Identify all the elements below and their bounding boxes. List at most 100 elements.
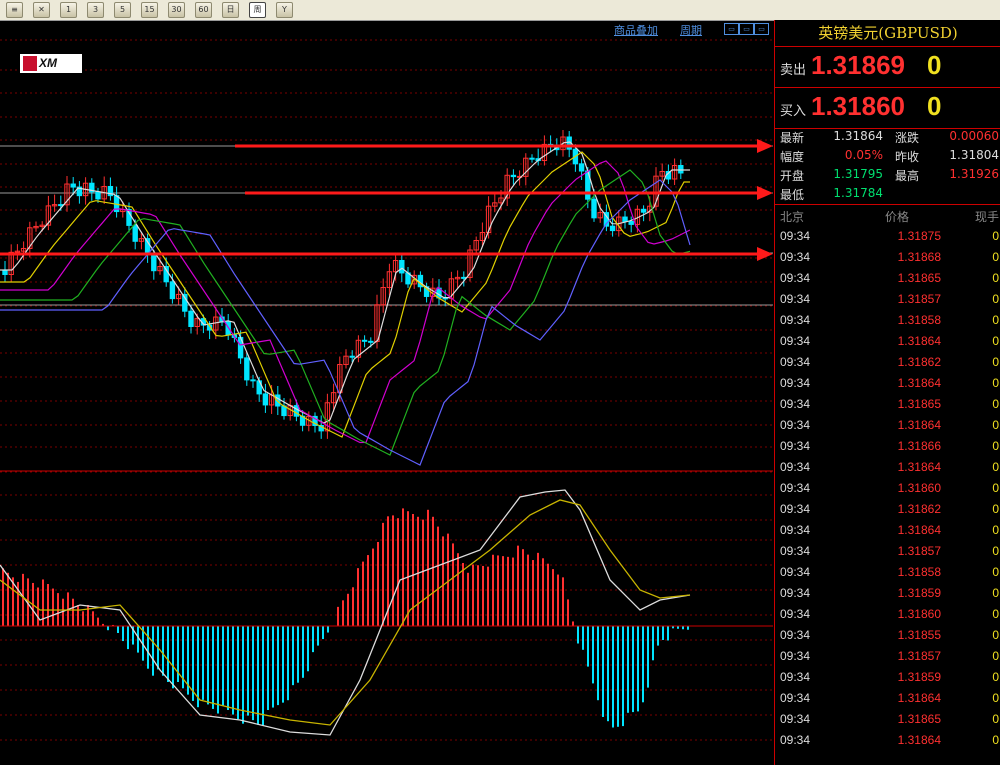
tick-row[interactable]: 09:34 1.31864 0 — [775, 415, 1000, 436]
tick-price: 1.31864 — [897, 376, 941, 390]
candle-body — [132, 224, 138, 242]
tick-time: 09:34 — [780, 691, 811, 705]
tick-vol: 0 — [992, 376, 999, 390]
candle-body — [244, 357, 250, 381]
toolbar-button-1[interactable]: 1 — [60, 2, 77, 18]
tick-row[interactable]: 09:34 1.31857 0 — [775, 646, 1000, 667]
ticks-header: 北京 价格 现手 — [775, 207, 1000, 225]
overlay-link[interactable]: 商品叠加 — [614, 22, 658, 38]
tick-row[interactable]: 09:34 1.31864 0 — [775, 331, 1000, 352]
candle-body — [622, 216, 628, 223]
tick-row[interactable]: 09:34 1.31865 0 — [775, 268, 1000, 289]
candle-body — [151, 253, 157, 272]
candle-body — [461, 276, 467, 279]
tick-row[interactable]: 09:34 1.31858 0 — [775, 310, 1000, 331]
tick-row[interactable]: 09:34 1.31855 0 — [775, 625, 1000, 646]
candle-body — [368, 340, 374, 343]
toolbar-button-30[interactable]: 30 — [168, 2, 185, 18]
tick-row[interactable]: 09:34 1.31864 0 — [775, 730, 1000, 751]
tick-price: 1.31855 — [897, 628, 941, 642]
maximize-icon[interactable]: ▭ — [754, 23, 769, 35]
tick-vol: 0 — [992, 271, 999, 285]
tick-row[interactable]: 09:34 1.31868 0 — [775, 247, 1000, 268]
tick-vol: 0 — [992, 418, 999, 432]
tick-row[interactable]: 09:34 1.31866 0 — [775, 436, 1000, 457]
tick-vol: 0 — [992, 670, 999, 684]
logo-text: XM — [39, 56, 57, 70]
tick-row[interactable]: 09:34 1.31858 0 — [775, 562, 1000, 583]
tick-row[interactable]: 09:34 1.31857 0 — [775, 289, 1000, 310]
candle-body — [169, 281, 176, 300]
tick-vol: 0 — [992, 502, 999, 516]
tick-vol: 0 — [992, 355, 999, 369]
stats-row: 最新 1.31864 涨跌 0.00060 — [775, 128, 1000, 146]
candle-body — [529, 157, 535, 160]
stats-row: 幅度 0.05% 昨收 1.31804 — [775, 147, 1000, 165]
stats-value: 0.00060 — [949, 129, 999, 143]
sell-quote[interactable]: 卖出 1.31869 0 — [775, 47, 1000, 88]
tick-row[interactable]: 09:34 1.31864 0 — [775, 373, 1000, 394]
candle-body — [250, 379, 256, 382]
xm-logo: XM — [20, 54, 82, 73]
chart-header-links: 商品叠加 周期 ▭ ▭ ▭ — [600, 20, 773, 38]
toolbar-button-menu-icon[interactable]: ≡ — [6, 2, 23, 18]
toolbar-button-filter-icon[interactable]: Y — [276, 2, 293, 18]
toolbar-button-3[interactable]: 3 — [87, 2, 104, 18]
tick-row[interactable]: 09:34 1.31875 0 — [775, 226, 1000, 247]
tick-row[interactable]: 09:34 1.31857 0 — [775, 541, 1000, 562]
tick-vol: 0 — [992, 691, 999, 705]
stats-label: 幅度 — [780, 150, 805, 164]
tick-price: 1.31864 — [897, 418, 941, 432]
toolbar-button-week-icon[interactable]: 周 — [249, 2, 266, 18]
tick-time: 09:34 — [780, 397, 811, 411]
tick-vol: 0 — [992, 712, 999, 726]
macd-dea-line — [0, 499, 691, 726]
split-icon[interactable]: ▭ — [739, 23, 754, 35]
tick-row[interactable]: 09:34 1.31862 0 — [775, 499, 1000, 520]
tick-row[interactable]: 09:34 1.31864 0 — [775, 457, 1000, 478]
tick-row[interactable]: 09:34 1.31865 0 — [775, 709, 1000, 730]
toolbar-button-crosshair-icon[interactable]: ✕ — [33, 2, 50, 18]
toolbar-button-day-icon[interactable]: 日 — [222, 2, 239, 18]
tick-time: 09:34 — [780, 334, 811, 348]
buy-quote[interactable]: 买入 1.31860 0 — [775, 88, 1000, 129]
tick-row[interactable]: 09:34 1.31859 0 — [775, 667, 1000, 688]
tick-time: 09:34 — [780, 418, 811, 432]
stats-value: 1.31804 — [949, 148, 999, 162]
candlestick-chart[interactable] — [0, 20, 773, 765]
candle-body — [399, 259, 405, 274]
tick-row[interactable]: 09:34 1.31865 0 — [775, 394, 1000, 415]
buy-price: 1.31860 — [811, 91, 905, 121]
tick-time: 09:34 — [780, 502, 811, 516]
candle-body — [578, 163, 585, 172]
tick-price: 1.31859 — [897, 586, 941, 600]
tick-row[interactable]: 09:34 1.31860 0 — [775, 478, 1000, 499]
tick-time: 09:34 — [780, 733, 811, 747]
tick-time: 09:34 — [780, 481, 811, 495]
stats-value: 1.31784 — [833, 186, 883, 200]
tick-row[interactable]: 09:34 1.31864 0 — [775, 520, 1000, 541]
toolbar-button-60[interactable]: 60 — [195, 2, 212, 18]
stats-block: 最新 1.31864 涨跌 0.00060 幅度 0.05% 昨收 1.31804 开盘 1.31… — [775, 128, 1000, 205]
ticks-header-time: 北京 — [780, 210, 805, 224]
tick-row[interactable]: 09:34 1.31864 0 — [775, 688, 1000, 709]
toolbar-button-5[interactable]: 5 — [114, 2, 131, 18]
candle-body — [95, 191, 101, 200]
tick-vol: 0 — [992, 607, 999, 621]
toolbar-button-15[interactable]: 15 — [141, 2, 158, 18]
restore-icon[interactable]: ▭ — [724, 23, 739, 35]
period-link[interactable]: 周期 — [680, 22, 702, 38]
tick-time: 09:34 — [780, 670, 811, 684]
stats-label: 昨收 — [895, 150, 920, 164]
tick-row[interactable]: 09:34 1.31862 0 — [775, 352, 1000, 373]
tick-time: 09:34 — [780, 712, 811, 726]
stats-label: 最低 — [780, 188, 805, 202]
tick-price: 1.31864 — [897, 460, 941, 474]
buy-label: 买入 — [780, 104, 807, 119]
symbol-title: 英镑美元(GBPUSD) — [775, 20, 1000, 47]
tick-row[interactable]: 09:34 1.31860 0 — [775, 604, 1000, 625]
candle-body — [70, 183, 76, 188]
tick-price: 1.31858 — [897, 565, 941, 579]
tick-row[interactable]: 09:34 1.31859 0 — [775, 583, 1000, 604]
tick-time: 09:34 — [780, 523, 811, 537]
